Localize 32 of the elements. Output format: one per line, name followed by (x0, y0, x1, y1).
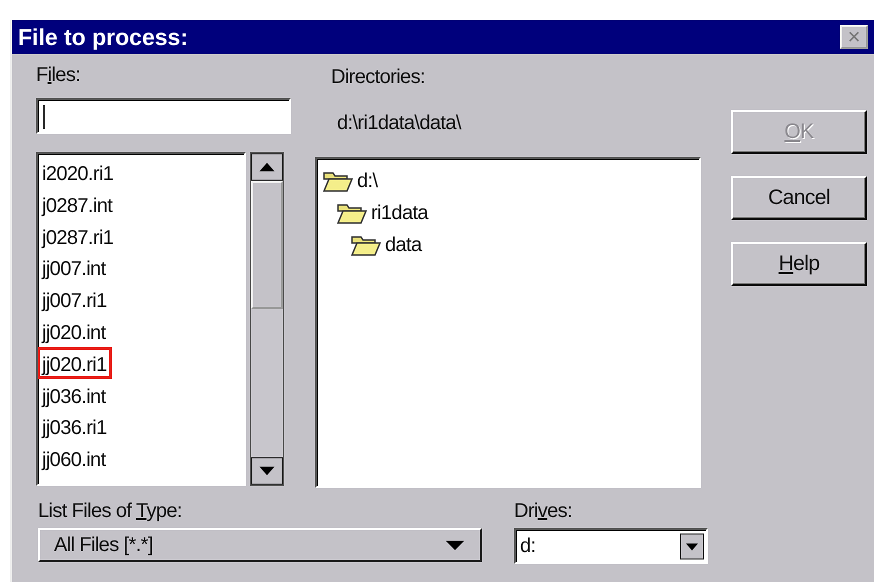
file-item[interactable]: jj007.ri1 (38, 283, 112, 315)
file-item[interactable]: jj007.int (38, 251, 111, 284)
file-item[interactable]: i2020.ri1 (38, 156, 118, 188)
file-item[interactable]: jj060.int (38, 442, 111, 474)
directory-item[interactable]: data (385, 234, 422, 256)
directory-item[interactable]: ri1data (371, 202, 428, 224)
file-type-label: List Files of Type: (38, 499, 183, 524)
file-item[interactable]: j0287.int (38, 188, 118, 220)
dialog-button[interactable]: Help (731, 242, 867, 286)
dialog-button[interactable]: Cancel (731, 176, 867, 220)
file-item[interactable]: j0287.ri1 (38, 220, 118, 252)
scroll-down-icon[interactable] (251, 457, 283, 485)
window-title: File to process: (18, 24, 188, 50)
file-item[interactable]: jj036.int (38, 378, 111, 410)
files-label: Files: (36, 63, 82, 88)
folder-icon (337, 202, 367, 224)
scroll-up-icon[interactable] (251, 153, 283, 181)
scrollbar[interactable] (250, 152, 284, 486)
file-item[interactable]: jj020.int (38, 314, 111, 347)
folder-icon (323, 170, 353, 192)
scroll-thumb[interactable] (251, 181, 283, 309)
directory-item[interactable]: d:\ (357, 170, 378, 192)
dropdown-arrow-icon (444, 538, 466, 552)
folder-icon (351, 234, 381, 256)
file-type-dropdown[interactable]: All Files [*.*] (38, 528, 482, 562)
file-item[interactable]: jj036.ri1 (38, 410, 112, 442)
drives-label: Drives: (514, 499, 574, 524)
current-path: d:\ri1data\data\ (337, 111, 462, 136)
file-item[interactable]: jj020.ri1 (38, 346, 112, 379)
file-name-field[interactable] (36, 98, 291, 134)
drive-dropdown[interactable]: d: (514, 528, 708, 564)
directories-label: Directories: (331, 65, 426, 90)
